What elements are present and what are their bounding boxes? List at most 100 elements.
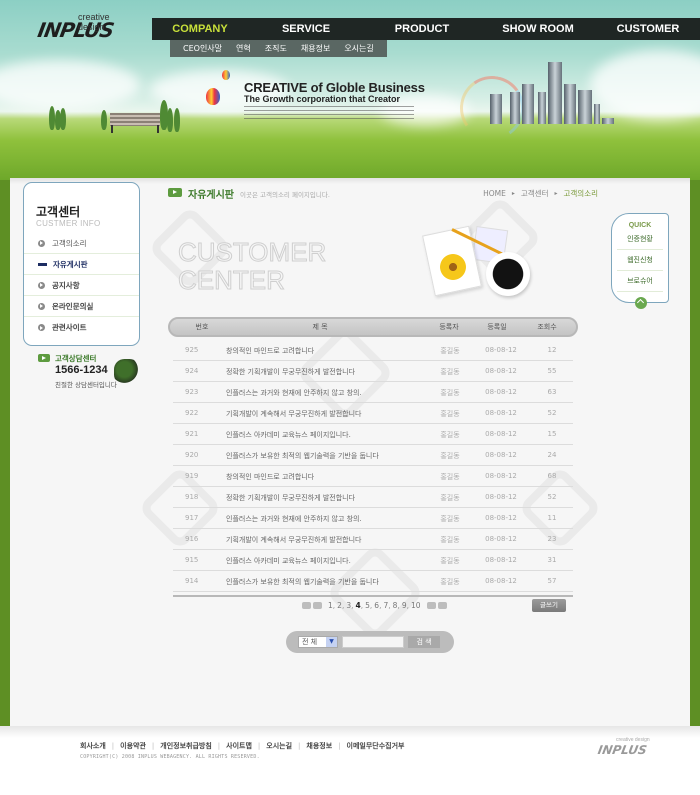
cell-number: 924 — [185, 367, 199, 375]
cloud — [0, 60, 140, 110]
table-row[interactable]: 920 인플러스가 보유한 최적의 웹기술력을 기반을 둡니다 홍길동 08-08-1… — [173, 445, 573, 466]
tree — [167, 108, 173, 132]
nav-company[interactable]: COMPANY — [152, 18, 248, 40]
cell-number: 917 — [185, 514, 199, 522]
search-button[interactable]: 검 색 — [408, 636, 440, 648]
table-row[interactable]: 917 인플러스는 과거와 현재에 안주하지 않고 창의. 홍길동 08-08-12 1… — [173, 508, 573, 529]
first-page-button[interactable] — [302, 602, 311, 609]
cell-subject[interactable]: 인플러스가 보유한 최적의 웹기술력을 기반을 둡니다 — [226, 577, 379, 587]
subnav-history[interactable]: 연혁 — [229, 40, 258, 57]
breadcrumb: HOME ▸ 고객센터 ▸ 고객의소리 — [483, 188, 598, 199]
banner-slogan: CREATIVE of Globle Business The Growth c… — [244, 80, 425, 120]
subnav-recruit[interactable]: 채용정보 — [294, 40, 337, 57]
arrow-bullet-icon — [38, 239, 45, 247]
cell-author: 홍길동 — [440, 368, 460, 376]
cell-author: 홍길동 — [440, 578, 460, 586]
quick-item-brochure[interactable]: 브로슈어 — [617, 271, 663, 292]
table-row[interactable]: 925 창의적인 마인드로 고려합니다 홍길동 08-08-12 12 — [173, 340, 573, 361]
sidebar-item-free-board[interactable]: 자유게시판 — [24, 254, 139, 275]
write-post-button[interactable]: 글쓰기 — [532, 599, 566, 612]
column-date: 등록일 — [487, 323, 507, 331]
scroll-top-icon[interactable] — [635, 297, 647, 309]
table-row[interactable]: 924 정확한 기획개발이 무궁무진하게 발전합니다 홍길동 08-08-12 55 — [173, 361, 573, 382]
table-header: 번호 제 목 등록자 등록일 조회수 — [168, 317, 578, 337]
breadcrumb-customer-center[interactable]: 고객센터 — [521, 188, 549, 199]
footer-link[interactable]: 회사소개 — [80, 741, 106, 751]
nav-service[interactable]: SERVICE — [248, 18, 364, 40]
next-page-button[interactable] — [426, 602, 436, 609]
cell-subject[interactable]: 인플러스 아카데미 교육뉴스 페이지입니다. — [226, 556, 351, 566]
sidebar-item-customer-voice[interactable]: 고객의소리 — [24, 233, 139, 254]
table-row[interactable]: 914 인플러스가 보유한 최적의 웹기술력을 기반을 둡니다 홍길동 08-08-1… — [173, 571, 573, 592]
table-row[interactable]: 922 기획개발이 계속해서 무궁무진하게 발전합니다 홍길동 08-08-12 52 — [173, 403, 573, 424]
cell-date: 08-08-12 — [485, 472, 517, 480]
nav-show-room[interactable]: SHOW ROOM — [480, 18, 596, 40]
cell-subject[interactable]: 기획개발이 계속해서 무궁무진하게 발전합니다 — [226, 409, 361, 419]
cell-author: 홍길동 — [440, 536, 460, 544]
search-scope-select[interactable]: 전 체 ▼ — [298, 636, 338, 648]
breadcrumb-separator-icon: ▸ — [511, 190, 515, 197]
quick-item-webzine[interactable]: 웹진신청 — [617, 250, 663, 271]
hero-line: CENTER — [177, 265, 285, 295]
table-row[interactable]: 915 인플러스 아카데미 교육뉴스 페이지입니다. 홍길동 08-08-12 31 — [173, 550, 573, 571]
site-logo[interactable]: INPLUS creative design — [36, 12, 138, 42]
footer-link[interactable]: 이용약관 — [120, 741, 146, 751]
page-separator: , — [341, 601, 345, 610]
subnav-directions[interactable]: 오시는길 — [337, 40, 380, 57]
search-input[interactable] — [342, 636, 404, 648]
cell-hits: 24 — [547, 451, 557, 459]
footer-link[interactable]: 사이트맵 — [226, 741, 252, 751]
cell-hits: 12 — [547, 346, 557, 354]
footer-link[interactable]: 채용정보 — [306, 741, 332, 751]
table-row[interactable]: 921 인플러스 아카데미 교육뉴스 페이지입니다. 홍길동 08-08-12 15 — [173, 424, 573, 445]
cell-number: 914 — [185, 577, 199, 585]
footer-link[interactable]: 오시는길 — [266, 741, 292, 751]
column-hits: 조회수 — [537, 323, 557, 331]
cell-hits: 15 — [547, 430, 557, 438]
quick-item-certification[interactable]: 인증현황 — [617, 229, 663, 250]
footer-logo-brand: INPLUS — [596, 743, 648, 757]
logo-tagline: creative design — [78, 12, 110, 32]
sidebar-item-label: 공지사항 — [52, 280, 80, 290]
footer-link[interactable]: 이메일무단수집거부 — [347, 741, 405, 751]
cell-subject[interactable]: 정확한 기획개발이 무궁무진하게 발전합니다 — [226, 367, 355, 377]
page-title: 자유게시판 — [188, 190, 234, 201]
sunflower-icon — [438, 252, 468, 282]
cell-subject[interactable]: 창의적인 마인드로 고려합니다 — [226, 346, 314, 356]
cell-date: 08-08-12 — [485, 409, 517, 417]
subnav-organization[interactable]: 조직도 — [258, 40, 294, 57]
cell-author: 홍길동 — [440, 515, 460, 523]
sidebar-item-related-sites[interactable]: 관련사이트 — [24, 317, 139, 338]
cell-subject[interactable]: 정확한 기획개발이 무궁무진하게 발전합니다 — [226, 493, 355, 503]
cell-subject[interactable]: 인플러스는 과거와 현재에 안주하지 않고 창의. — [226, 388, 362, 398]
prev-page-button[interactable] — [313, 602, 322, 609]
last-page-button[interactable] — [437, 602, 447, 609]
building — [594, 104, 600, 124]
nav-product[interactable]: PRODUCT — [364, 18, 480, 40]
coffee-cup-icon — [486, 252, 530, 296]
cell-subject[interactable]: 기획개발이 계속해서 무궁무진하게 발전합니다 — [226, 535, 361, 545]
page-separator: , — [332, 601, 336, 610]
building — [490, 94, 502, 124]
cell-subject[interactable]: 인플러스가 보유한 최적의 웹기술력을 기반을 둡니다 — [226, 451, 379, 461]
tree — [60, 108, 66, 130]
sidebar-item-notice[interactable]: 공지사항 — [24, 275, 139, 296]
breadcrumb-home[interactable]: HOME — [483, 189, 506, 198]
table-row[interactable]: 916 기획개발이 계속해서 무궁무진하게 발전합니다 홍길동 08-08-12 23 — [173, 529, 573, 550]
sidebar-item-online-inquiry[interactable]: 온라인문의실 — [24, 296, 139, 317]
subnav-ceo-greeting[interactable]: CEO인사말 — [176, 40, 229, 57]
hot-air-balloon-icon — [206, 88, 220, 105]
cell-date: 08-08-12 — [485, 514, 517, 522]
cell-subject[interactable]: 창의적인 마인드로 고려합니다 — [226, 472, 314, 482]
footer-link[interactable]: 개인정보취급방침 — [160, 741, 212, 751]
nav-customer[interactable]: CUSTOMER — [596, 18, 700, 40]
page-link[interactable]: 10 — [411, 601, 421, 610]
main-nav: COMPANY SERVICE PRODUCT SHOW ROOM CUSTOM… — [152, 18, 700, 40]
table-row[interactable]: 918 정확한 기획개발이 무궁무진하게 발전합니다 홍길동 08-08-12 52 — [173, 487, 573, 508]
cell-subject[interactable]: 인플러스는 과거와 현재에 안주하지 않고 창의. — [226, 514, 362, 524]
sub-nav: CEO인사말 연혁 조직도 채용정보 오시는길 — [170, 40, 387, 57]
table-row[interactable]: 923 인플러스는 과거와 현재에 안주하지 않고 창의. 홍길동 08-08-12 6… — [173, 382, 573, 403]
table-row[interactable]: 919 창의적인 마인드로 고려합니다 홍길동 08-08-12 68 — [173, 466, 573, 487]
cell-author: 홍길동 — [440, 494, 460, 502]
cell-subject[interactable]: 인플러스 아카데미 교육뉴스 페이지입니다. — [226, 430, 351, 440]
